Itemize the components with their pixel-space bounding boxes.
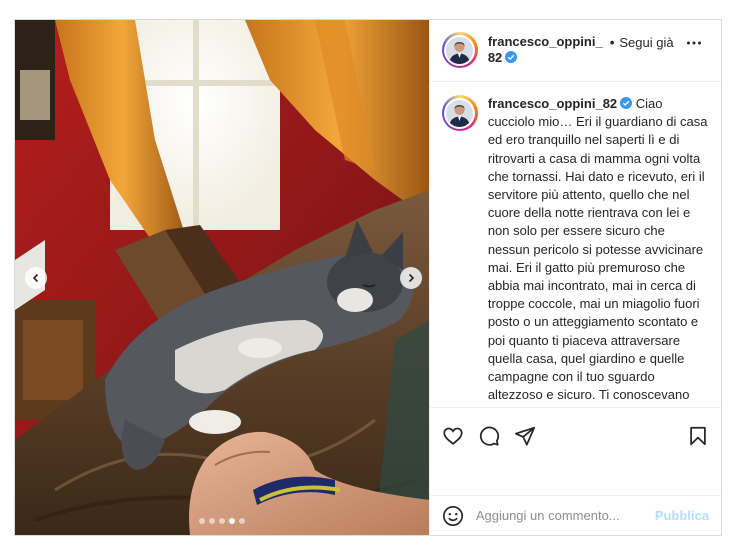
- share-icon: [514, 426, 535, 446]
- caption-username[interactable]: francesco_oppini_82: [488, 96, 617, 111]
- post-actions: [429, 407, 721, 463]
- emoji-icon: [442, 505, 463, 526]
- post-header: francesco_oppini_82 • Segui già: [429, 20, 721, 82]
- carousel-dot: [208, 518, 215, 524]
- save-button[interactable]: [687, 425, 709, 447]
- carousel-dot: [228, 518, 235, 524]
- chevron-left-icon: [32, 273, 39, 283]
- emoji-button[interactable]: [442, 505, 464, 527]
- carousel-next-button[interactable]: [400, 267, 422, 289]
- heart-icon: [443, 427, 463, 445]
- following-button[interactable]: Segui già: [619, 35, 673, 50]
- carousel-dot: [238, 518, 245, 524]
- comment-form: Pubblica: [429, 495, 721, 535]
- chevron-right-icon: [408, 273, 415, 283]
- avatar-image: [446, 36, 474, 64]
- comment-button[interactable]: [478, 425, 500, 447]
- caption-avatar[interactable]: [441, 95, 478, 131]
- more-options-button[interactable]: [686, 35, 702, 56]
- follow-separator: •: [609, 35, 615, 50]
- like-button[interactable]: [442, 425, 464, 447]
- carousel-dot: [218, 518, 225, 524]
- caption-block: francesco_oppini_82 Ciao cucciolo mio… E…: [430, 82, 721, 407]
- caption-body: Ciao cucciolo mio… Eri il guardiano di c…: [487, 96, 708, 407]
- post-side-panel: francesco_oppini_82 • Segui già francesc…: [428, 20, 721, 535]
- instagram-post: francesco_oppini_82 • Segui già francesc…: [14, 19, 722, 536]
- post-photo: [15, 20, 429, 535]
- carousel-prev-button[interactable]: [25, 267, 47, 289]
- more-dots-icon: [686, 41, 701, 45]
- carousel-indicator: [15, 518, 429, 524]
- comment-input[interactable]: [475, 508, 655, 523]
- publish-button[interactable]: Pubblica: [655, 508, 709, 523]
- carousel-dot: [198, 518, 205, 524]
- share-button[interactable]: [514, 425, 536, 447]
- verified-badge-icon: [505, 51, 518, 63]
- avatar-image: [446, 99, 474, 127]
- author-avatar[interactable]: [441, 32, 478, 68]
- post-media[interactable]: [15, 20, 429, 535]
- comment-icon: [479, 426, 499, 446]
- likes-area: [430, 463, 721, 495]
- caption-text: francesco_oppini_82 Ciao cucciolo mio… E…: [488, 95, 709, 407]
- bookmark-icon: [690, 426, 706, 445]
- verified-badge-icon: [620, 97, 633, 109]
